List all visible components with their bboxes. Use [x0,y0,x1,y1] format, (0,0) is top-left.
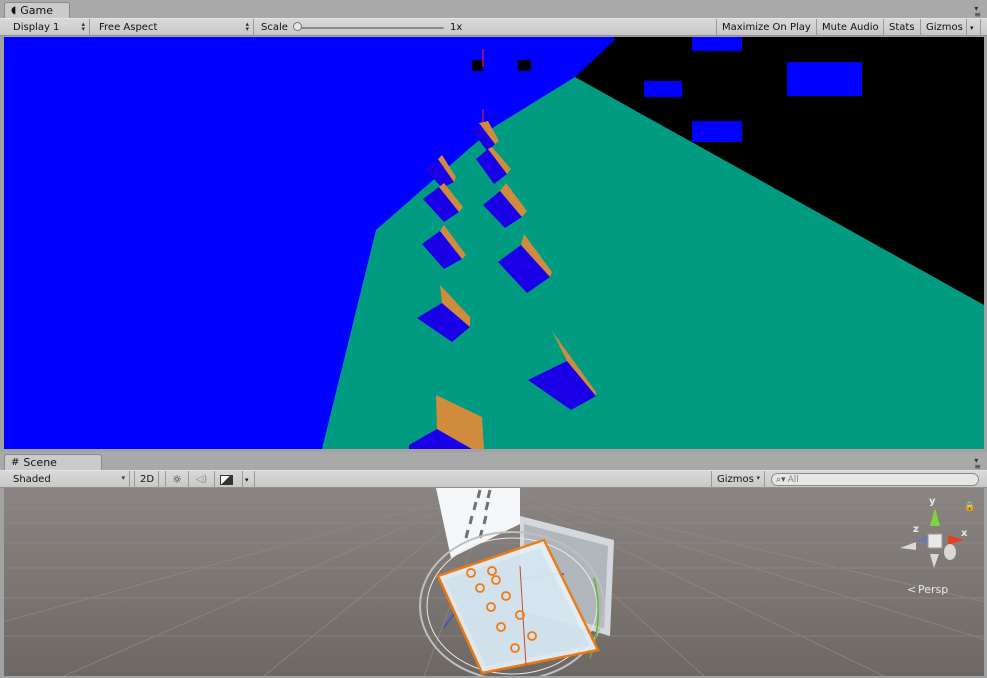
scene-search-input[interactable]: ⌕▾ All [771,473,979,486]
scene-gizmos-label: Gizmos [717,474,754,485]
audio-toggle[interactable]: ◁) [189,471,215,488]
mode-2d-label: 2D [140,474,155,485]
panel-menu-icon[interactable]: ▾ ≡ [974,457,981,471]
effects-arrow[interactable]: ▾ [243,471,255,488]
stats-label: Stats [889,22,915,33]
chevron-down-icon: ▾ [756,474,760,482]
scale-slider-thumb[interactable] [293,22,302,31]
aspect-label: Free Aspect [99,22,158,33]
game-gizmos-toggle[interactable]: Gizmos [921,19,967,36]
chevron-down-icon: ▾ [121,474,125,482]
distant-block [472,60,483,71]
neg-z-cone [944,544,956,560]
sun-icon: ☼ [172,473,182,486]
shading-mode-dropdown[interactable]: Shaded ▾ [8,471,130,488]
tab-game-label: Game [20,4,54,17]
game-toolbar: Display 1 ▴ ▾ Free Aspect ▴ ▾ Scale 1x Max… [0,18,987,36]
projection-label[interactable]: Persp [918,583,948,596]
axis-label-y: y [929,496,936,507]
effects-dropdown[interactable] [215,471,243,488]
search-icon: ⌕▾ [776,474,786,485]
distant-block [518,60,531,71]
mute-audio-label: Mute Audio [822,22,879,33]
maximize-on-play-label: Maximize On Play [722,22,811,33]
scene-viewport[interactable]: y z x 🔒 < Persp [4,488,984,676]
game-gizmos-label: Gizmos [926,22,963,33]
scale-slider-track[interactable] [298,27,444,29]
hash-icon: # [11,457,20,468]
game-render [4,37,984,449]
chevron-down-icon: ▾ [245,475,249,484]
mode-2d-toggle[interactable]: 2D [134,471,159,488]
scene-render: y z x 🔒 < Persp [4,488,984,676]
dropdown-arrows-icon: ▴ ▾ [245,20,249,33]
game-tab-bar: ◖ Game ▾ ≡ [0,0,987,19]
scene-toolbar: Shaded ▾ 2D ☼ ◁) ▾ Gizmos ▾ ⌕▾ All [0,470,987,488]
game-gizmos-dropdown[interactable]: ▾ [967,19,981,36]
aspect-dropdown[interactable]: Free Aspect ▴ ▾ [94,19,254,36]
distant-block [644,81,682,97]
search-placeholder: All [787,474,799,485]
chevron-down-icon: ▾ [970,23,974,32]
dropdown-arrows-icon: ▴ ▾ [81,20,85,33]
scale-label: Scale [261,22,288,33]
lighting-toggle[interactable]: ☼ [165,471,189,488]
tab-game[interactable]: ◖ Game [4,2,70,18]
axis-label-x: x [961,528,968,539]
game-viewport[interactable] [4,37,984,449]
mute-audio-toggle[interactable]: Mute Audio [817,19,884,36]
stats-toggle[interactable]: Stats [884,19,921,36]
scene-tab-bar: # Scene ▾ ≡ [0,452,987,471]
projection-label-icon: < [907,583,916,596]
scene-gizmos-dropdown[interactable]: Gizmos ▾ [711,471,765,488]
maximize-on-play-toggle[interactable]: Maximize On Play [716,19,817,36]
tab-scene[interactable]: # Scene [4,454,102,470]
axis-label-z: z [913,524,919,535]
pacman-icon: ◖ [11,5,17,16]
image-icon [220,474,233,485]
display-dropdown[interactable]: Display 1 ▴ ▾ [8,19,90,36]
scale-value: 1x [450,22,463,33]
distant-block [787,62,862,96]
speaker-icon: ◁) [195,474,208,485]
panel-menu-icon[interactable]: ▾ ≡ [974,5,981,19]
distant-block [692,37,742,51]
shading-mode-label: Shaded [13,474,51,485]
gizmo-center-cube [927,533,943,549]
lock-icon: 🔒 [964,501,975,512]
tab-scene-label: Scene [23,456,57,469]
display-label: Display 1 [13,22,60,33]
distant-block [692,121,742,142]
